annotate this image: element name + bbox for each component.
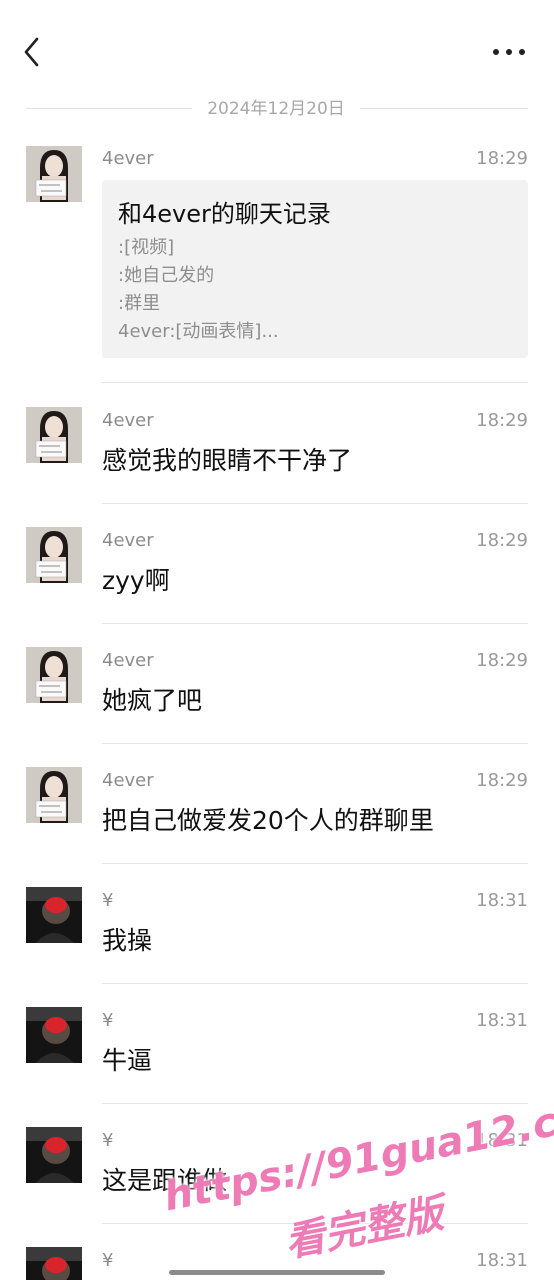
avatar-girl-image: [26, 407, 82, 463]
sender-name: 4ever: [102, 530, 154, 551]
sender-name: ¥: [102, 890, 114, 911]
home-indicator[interactable]: [169, 1270, 385, 1275]
message-time: 18:31: [476, 1130, 528, 1151]
record-title: 和4ever的聊天记录: [118, 200, 331, 228]
avatar-dark-image: [26, 887, 82, 943]
avatar-girl-image: [26, 767, 82, 823]
message-time: 18:29: [476, 410, 528, 431]
message-separator: [102, 1223, 528, 1224]
sender-name: ¥: [102, 1130, 114, 1151]
record-line: 4ever:[动画表情]...: [118, 321, 279, 342]
avatar-dark-image: [26, 1007, 82, 1063]
message-time: 18:31: [476, 1010, 528, 1031]
back-arrow-icon: [24, 37, 39, 67]
sender-name: 4ever: [102, 770, 154, 791]
message-time: 18:29: [476, 530, 528, 551]
top-bar: [0, 0, 554, 100]
divider-line: [26, 108, 192, 109]
watermark-subtitle: 看完整版: [281, 1190, 448, 1267]
message-separator: [102, 382, 528, 383]
message-time: 18:31: [476, 1250, 528, 1271]
message-time: 18:29: [476, 770, 528, 791]
avatar[interactable]: [26, 1247, 82, 1280]
sender-name: 4ever: [102, 148, 154, 169]
message-separator: [102, 743, 528, 744]
message-time: 18:29: [476, 148, 528, 169]
avatar-girl-image: [26, 146, 82, 202]
avatar[interactable]: [26, 887, 82, 943]
message-time: 18:29: [476, 650, 528, 671]
forwarded-record-card[interactable]: 和4ever的聊天记录 :[视频] :她自己发的 :群里 4ever:[动画表情…: [102, 180, 528, 358]
back-button[interactable]: [18, 34, 48, 70]
message-text[interactable]: 这是跟谁做: [102, 1164, 227, 1198]
date-divider: 2024年12月20日: [26, 96, 528, 122]
record-line: :群里: [118, 293, 161, 314]
message-text[interactable]: 我操: [102, 924, 152, 958]
divider-line: [360, 108, 528, 109]
more-dots-icon: [493, 49, 525, 55]
avatar[interactable]: [26, 146, 82, 202]
avatar[interactable]: [26, 1127, 82, 1183]
date-label: 2024年12月20日: [207, 99, 345, 119]
avatar-girl-image: [26, 647, 82, 703]
message-separator: [102, 983, 528, 984]
message-time: 18:31: [476, 890, 528, 911]
sender-name: 4ever: [102, 410, 154, 431]
record-line: :[视频]: [118, 237, 175, 258]
chat-record-screen: 2024年12月20日 4ever 18:29 和4ever的聊天记录 :[视频…: [0, 0, 554, 1280]
message-separator: [102, 863, 528, 864]
message-text[interactable]: 把自己做爱发20个人的群聊里: [102, 804, 434, 838]
message-separator: [102, 623, 528, 624]
avatar[interactable]: [26, 407, 82, 463]
message-text[interactable]: 感觉我的眼睛不干净了: [102, 444, 352, 478]
record-line: :她自己发的: [118, 265, 215, 286]
avatar[interactable]: [26, 767, 82, 823]
avatar[interactable]: [26, 527, 82, 583]
message-separator: [102, 1103, 528, 1104]
message-text[interactable]: zyy啊: [102, 564, 170, 598]
message-text[interactable]: 她疯了吧: [102, 684, 202, 718]
avatar-girl-image: [26, 527, 82, 583]
sender-name: 4ever: [102, 650, 154, 671]
message-separator: [102, 503, 528, 504]
sender-name: ¥: [102, 1250, 114, 1271]
avatar[interactable]: [26, 1007, 82, 1063]
watermark-url: https://91gua12.com: [160, 1086, 554, 1221]
avatar-dark-image: [26, 1247, 82, 1280]
avatar-dark-image: [26, 1127, 82, 1183]
message-text[interactable]: 牛逼: [102, 1044, 152, 1078]
more-button[interactable]: [492, 40, 526, 64]
avatar[interactable]: [26, 647, 82, 703]
sender-name: ¥: [102, 1010, 114, 1031]
